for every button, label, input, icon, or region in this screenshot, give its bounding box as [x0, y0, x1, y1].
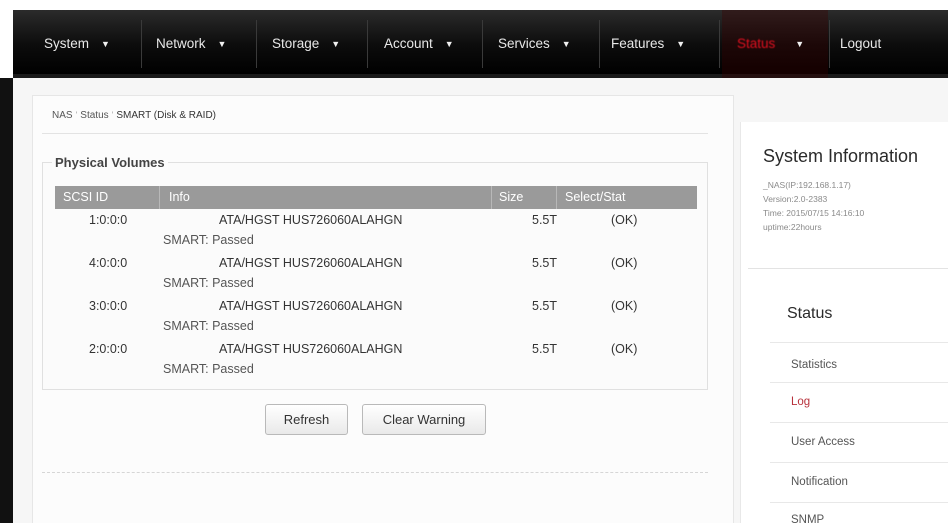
nav-item-status[interactable]: Status ▼	[737, 32, 804, 56]
refresh-button[interactable]: Refresh	[265, 404, 348, 435]
chevron-down-icon: ▼	[101, 39, 110, 49]
nav-divider	[482, 20, 483, 68]
volumes-table-header: SCSI ID Info Size Select/Stat	[55, 186, 697, 209]
status-menu-item-log[interactable]: Log	[791, 396, 810, 408]
column-divider	[491, 186, 492, 209]
nav-item-features[interactable]: Features ▼	[611, 32, 685, 56]
status-menu-item-notification[interactable]: Notification	[791, 476, 848, 488]
chevron-down-icon: ▼	[331, 39, 341, 49]
nav-item-label: Network	[156, 36, 206, 51]
system-info-host: _NAS(IP:192.168.1.17)	[763, 180, 851, 190]
status-menu-item-snmp[interactable]: SNMP	[791, 514, 824, 523]
column-header-scsi-id: SCSI ID	[63, 190, 109, 204]
system-info-uptime: uptime:22hours	[763, 222, 822, 232]
chevron-down-icon: ▼	[561, 39, 571, 49]
chevron-down-icon: ▼	[795, 39, 805, 49]
status-cell: (OK)	[611, 342, 638, 356]
nav-item-label: Storage	[272, 36, 320, 51]
size-cell: 5.5T	[532, 213, 558, 227]
breadcrumb-item-current: SMART (Disk & RAID)	[116, 110, 216, 121]
status-cell: (OK)	[611, 256, 638, 270]
nav-divider	[599, 20, 600, 68]
column-divider	[556, 186, 557, 209]
nav-item-account[interactable]: Account ▼	[384, 32, 454, 56]
window-top-strip	[0, 0, 948, 10]
menu-divider	[770, 502, 948, 503]
breadcrumb-item-nas[interactable]: NAS	[52, 110, 73, 121]
side-panel-divider	[748, 268, 948, 269]
nav-item-network[interactable]: Network ▼	[156, 32, 226, 56]
chevron-down-icon: ▼	[444, 39, 454, 49]
nav-item-storage[interactable]: Storage ▼	[272, 32, 340, 56]
smart-status-text: SMART: Passed	[163, 362, 254, 376]
breadcrumb-separator: '	[111, 110, 114, 120]
nav-item-label: System	[44, 36, 90, 51]
physical-volumes-legend: Physical Volumes	[52, 155, 168, 170]
nav-item-label: Status	[737, 36, 776, 51]
breadcrumb-divider	[42, 133, 708, 134]
breadcrumb-item-status[interactable]: Status	[80, 110, 108, 121]
column-header-info: Info	[169, 190, 190, 204]
smart-status-text: SMART: Passed	[163, 276, 254, 290]
scsi-id-cell: 4:0:0:0	[89, 256, 128, 270]
top-navbar: System ▼ Network ▼ Storage ▼ Account ▼ Servi…	[13, 10, 948, 78]
column-header-select-stat: Select/Stat	[565, 190, 626, 204]
nav-divider	[141, 20, 142, 68]
nav-item-label: Account	[384, 36, 433, 51]
status-cell: (OK)	[611, 299, 638, 313]
chevron-down-icon: ▼	[676, 39, 686, 49]
menu-divider	[770, 342, 948, 343]
nav-item-label: Logout	[840, 36, 882, 51]
status-menu-title: Status	[787, 305, 833, 322]
breadcrumb-separator: '	[75, 110, 78, 120]
system-info-time: Time: 2015/07/15 14:16:10	[763, 208, 865, 218]
size-cell: 5.5T	[532, 342, 558, 356]
size-cell: 5.5T	[532, 299, 558, 313]
left-window-edge	[0, 78, 13, 523]
clear-warning-button[interactable]: Clear Warning	[362, 404, 486, 435]
system-info-version: Version:2.0-2383	[763, 194, 828, 204]
nav-divider	[367, 20, 368, 68]
nav-item-label: Features	[611, 36, 665, 51]
status-menu-item-statistics[interactable]: Statistics	[791, 359, 837, 371]
menu-divider	[770, 462, 948, 463]
nav-divider	[256, 20, 257, 68]
smart-status-text: SMART: Passed	[163, 233, 254, 247]
scsi-id-cell: 1:0:0:0	[89, 213, 128, 227]
section-divider	[42, 472, 708, 473]
nav-item-label: Services	[498, 36, 550, 51]
info-cell: ATA/HGST HUS726060ALAHGN	[219, 299, 403, 313]
size-cell: 5.5T	[532, 256, 558, 270]
scsi-id-cell: 2:0:0:0	[89, 342, 128, 356]
info-cell: ATA/HGST HUS726060ALAHGN	[219, 342, 403, 356]
scsi-id-cell: 3:0:0:0	[89, 299, 128, 313]
breadcrumb: NAS ' Status ' SMART (Disk & RAID)	[52, 110, 216, 121]
nav-item-services[interactable]: Services ▼	[498, 32, 571, 56]
info-cell: ATA/HGST HUS726060ALAHGN	[219, 213, 403, 227]
status-cell: (OK)	[611, 213, 638, 227]
column-header-size: Size	[499, 190, 524, 204]
nav-item-system[interactable]: System ▼	[44, 32, 110, 56]
nav-divider	[829, 20, 830, 68]
menu-divider	[770, 382, 948, 383]
chevron-down-icon: ▼	[217, 39, 227, 49]
nav-divider	[719, 20, 720, 68]
column-divider	[159, 186, 160, 209]
smart-status-text: SMART: Passed	[163, 319, 254, 333]
info-cell: ATA/HGST HUS726060ALAHGN	[219, 256, 403, 270]
menu-divider	[770, 422, 948, 423]
status-menu-item-user-access[interactable]: User Access	[791, 436, 855, 448]
system-info-title: System Information	[763, 146, 919, 166]
nav-item-logout[interactable]: Logout	[840, 32, 881, 56]
